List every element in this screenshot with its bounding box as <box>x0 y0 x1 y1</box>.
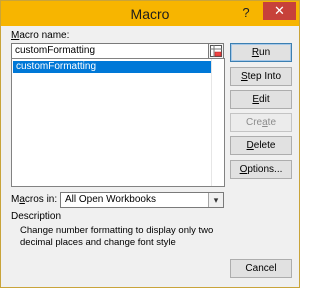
edit-button[interactable]: Edit <box>230 90 292 109</box>
macros-in-label: Macros in: <box>11 194 58 205</box>
create-button[interactable]: Create <box>230 113 292 132</box>
macros-in-value: All Open Workbooks <box>65 194 156 205</box>
macro-dialog: Macro ? ✕ Macro name: customFormatting c… <box>0 0 300 288</box>
delete-button[interactable]: Delete <box>230 136 292 155</box>
dialog-title: Macro <box>130 6 170 22</box>
cancel-button[interactable]: Cancel <box>230 259 292 278</box>
range-selector-button[interactable] <box>208 43 224 59</box>
help-button[interactable]: ? <box>238 5 254 21</box>
macro-list[interactable]: customFormatting <box>11 58 225 187</box>
options-button[interactable]: Options... <box>230 160 292 179</box>
title-bar: Macro ? ✕ <box>1 1 299 26</box>
macros-in-select[interactable]: All Open Workbooks ▾ <box>60 192 224 208</box>
description-text: Change number formatting to display only… <box>20 225 214 248</box>
run-button[interactable]: Run <box>230 43 292 62</box>
list-item[interactable]: customFormatting <box>13 61 213 73</box>
close-button[interactable]: ✕ <box>263 2 296 20</box>
macro-name-input[interactable]: customFormatting <box>11 43 213 59</box>
chevron-down-icon[interactable]: ▾ <box>208 193 223 207</box>
list-scrollbar[interactable] <box>211 59 224 186</box>
range-selector-icon <box>210 45 222 57</box>
macro-name-label: Macro name: <box>11 30 70 41</box>
step-into-button[interactable]: Step Into <box>230 67 292 86</box>
description-heading: Description <box>11 211 62 222</box>
